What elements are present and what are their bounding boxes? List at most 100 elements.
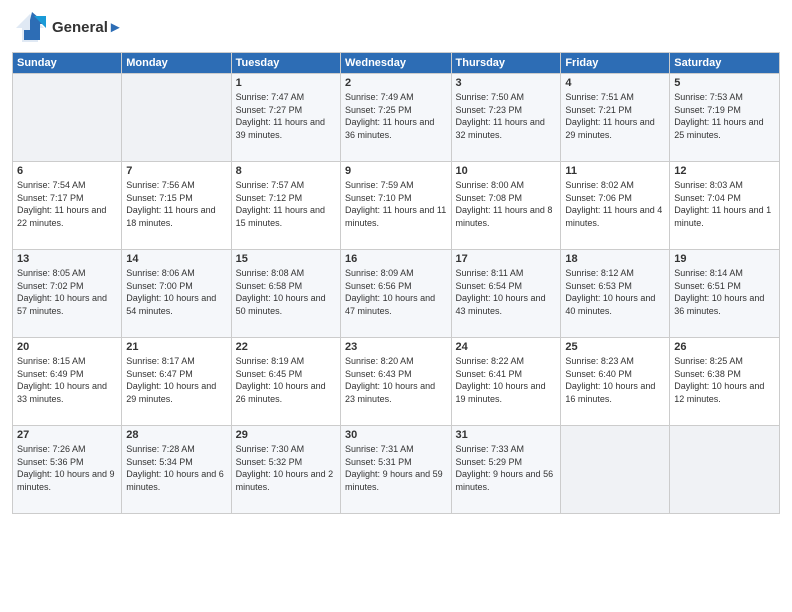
calendar-table: SundayMondayTuesdayWednesdayThursdayFrid… — [12, 52, 780, 514]
day-number: 5 — [674, 77, 775, 89]
day-cell — [670, 426, 780, 514]
day-info: Sunrise: 7:50 AM Sunset: 7:23 PM Dayligh… — [456, 91, 557, 141]
day-cell: 30 Sunrise: 7:31 AM Sunset: 5:31 PM Dayli… — [341, 426, 451, 514]
day-cell: 19Sunrise: 8:14 AM Sunset: 6:51 PM Dayli… — [670, 250, 780, 338]
day-number: 18 — [565, 253, 665, 265]
week-row-4: 20 Sunrise: 8:15 AM Sunset: 6:49 PM Dayli… — [13, 338, 780, 426]
col-header-friday: Friday — [561, 53, 670, 74]
day-info: Sunrise: 8:12 AM Sunset: 6:53 PM Dayligh… — [565, 267, 665, 317]
day-number: 31 — [456, 429, 557, 441]
day-info: Sunrise: 7:49 AM Sunset: 7:25 PM Dayligh… — [345, 91, 446, 141]
day-number: 20 — [17, 341, 117, 353]
day-cell: 26 Sunrise: 8:25 AM Sunset: 6:38 PM Dayli… — [670, 338, 780, 426]
day-info: Sunrise: 7:47 AM Sunset: 7:27 PM Dayligh… — [236, 91, 336, 141]
day-info: Sunrise: 7:57 AM Sunset: 7:12 PM Dayligh… — [236, 179, 336, 229]
day-info: Sunrise: 8:17 AM Sunset: 6:47 PM Dayligh… — [126, 355, 226, 405]
day-info: Sunrise: 8:02 AM Sunset: 7:06 PM Dayligh… — [565, 179, 665, 229]
day-info: Sunrise: 8:20 AM Sunset: 6:43 PM Dayligh… — [345, 355, 446, 405]
day-number: 23 — [345, 341, 446, 353]
day-info: Sunrise: 7:30 AM Sunset: 5:32 PM Dayligh… — [236, 443, 336, 493]
day-cell: 9Sunrise: 7:59 AM Sunset: 7:10 PM Daylig… — [341, 162, 451, 250]
day-info: Sunrise: 8:00 AM Sunset: 7:08 PM Dayligh… — [456, 179, 557, 229]
day-cell: 21 Sunrise: 8:17 AM Sunset: 6:47 PM Dayli… — [122, 338, 231, 426]
day-cell: 17 Sunrise: 8:11 AM Sunset: 6:54 PM Dayli… — [451, 250, 561, 338]
day-number: 19 — [674, 253, 775, 265]
logo: General► — [12, 10, 123, 46]
calendar-header-row: SundayMondayTuesdayWednesdayThursdayFrid… — [13, 53, 780, 74]
day-cell: 14 Sunrise: 8:06 AM Sunset: 7:00 PM Dayli… — [122, 250, 231, 338]
day-number: 14 — [126, 253, 226, 265]
day-info: Sunrise: 8:15 AM Sunset: 6:49 PM Dayligh… — [17, 355, 117, 405]
day-info: Sunrise: 8:11 AM Sunset: 6:54 PM Dayligh… — [456, 267, 557, 317]
week-row-5: 27Sunrise: 7:26 AM Sunset: 5:36 PM Dayli… — [13, 426, 780, 514]
day-cell — [122, 74, 231, 162]
day-info: Sunrise: 8:08 AM Sunset: 6:58 PM Dayligh… — [236, 267, 336, 317]
day-cell: 24 Sunrise: 8:22 AM Sunset: 6:41 PM Dayli… — [451, 338, 561, 426]
day-number: 17 — [456, 253, 557, 265]
day-info: Sunrise: 7:53 AM Sunset: 7:19 PM Dayligh… — [674, 91, 775, 141]
day-info: Sunrise: 8:06 AM Sunset: 7:00 PM Dayligh… — [126, 267, 226, 317]
day-cell: 25Sunrise: 8:23 AM Sunset: 6:40 PM Dayli… — [561, 338, 670, 426]
day-cell: 6 Sunrise: 7:54 AM Sunset: 7:17 PM Daylig… — [13, 162, 122, 250]
day-number: 12 — [674, 165, 775, 177]
day-info: Sunrise: 7:26 AM Sunset: 5:36 PM Dayligh… — [17, 443, 117, 493]
week-row-2: 6 Sunrise: 7:54 AM Sunset: 7:17 PM Daylig… — [13, 162, 780, 250]
day-number: 28 — [126, 429, 226, 441]
day-cell — [561, 426, 670, 514]
day-number: 21 — [126, 341, 226, 353]
day-info: Sunrise: 7:54 AM Sunset: 7:17 PM Dayligh… — [17, 179, 117, 229]
day-cell: 5 Sunrise: 7:53 AM Sunset: 7:19 PM Daylig… — [670, 74, 780, 162]
day-info: Sunrise: 8:09 AM Sunset: 6:56 PM Dayligh… — [345, 267, 446, 317]
day-cell: 2 Sunrise: 7:49 AM Sunset: 7:25 PM Daylig… — [341, 74, 451, 162]
day-number: 6 — [17, 165, 117, 177]
day-cell: 31 Sunrise: 7:33 AM Sunset: 5:29 PM Dayli… — [451, 426, 561, 514]
day-info: Sunrise: 7:33 AM Sunset: 5:29 PM Dayligh… — [456, 443, 557, 493]
day-cell: 10Sunrise: 8:00 AM Sunset: 7:08 PM Dayli… — [451, 162, 561, 250]
day-cell: 20 Sunrise: 8:15 AM Sunset: 6:49 PM Dayli… — [13, 338, 122, 426]
col-header-tuesday: Tuesday — [231, 53, 340, 74]
day-cell: 12 Sunrise: 8:03 AM Sunset: 7:04 PM Dayli… — [670, 162, 780, 250]
day-info: Sunrise: 8:19 AM Sunset: 6:45 PM Dayligh… — [236, 355, 336, 405]
day-cell: 22 Sunrise: 8:19 AM Sunset: 6:45 PM Dayli… — [231, 338, 340, 426]
day-cell: 15 Sunrise: 8:08 AM Sunset: 6:58 PM Dayli… — [231, 250, 340, 338]
day-number: 11 — [565, 165, 665, 177]
day-info: Sunrise: 8:03 AM Sunset: 7:04 PM Dayligh… — [674, 179, 775, 229]
day-info: Sunrise: 7:51 AM Sunset: 7:21 PM Dayligh… — [565, 91, 665, 141]
day-cell: 18 Sunrise: 8:12 AM Sunset: 6:53 PM Dayli… — [561, 250, 670, 338]
day-number: 16 — [345, 253, 446, 265]
day-number: 24 — [456, 341, 557, 353]
day-number: 2 — [345, 77, 446, 89]
day-cell: 1Sunrise: 7:47 AM Sunset: 7:27 PM Daylig… — [231, 74, 340, 162]
logo-icon — [12, 10, 48, 46]
col-header-monday: Monday — [122, 53, 231, 74]
day-info: Sunrise: 8:22 AM Sunset: 6:41 PM Dayligh… — [456, 355, 557, 405]
day-cell — [13, 74, 122, 162]
day-cell: 23 Sunrise: 8:20 AM Sunset: 6:43 PM Dayli… — [341, 338, 451, 426]
day-number: 25 — [565, 341, 665, 353]
col-header-saturday: Saturday — [670, 53, 780, 74]
col-header-wednesday: Wednesday — [341, 53, 451, 74]
day-cell: 8Sunrise: 7:57 AM Sunset: 7:12 PM Daylig… — [231, 162, 340, 250]
day-info: Sunrise: 7:31 AM Sunset: 5:31 PM Dayligh… — [345, 443, 446, 493]
week-row-3: 13Sunrise: 8:05 AM Sunset: 7:02 PM Dayli… — [13, 250, 780, 338]
day-cell: 4 Sunrise: 7:51 AM Sunset: 7:21 PM Daylig… — [561, 74, 670, 162]
day-cell: 27Sunrise: 7:26 AM Sunset: 5:36 PM Dayli… — [13, 426, 122, 514]
day-info: Sunrise: 8:05 AM Sunset: 7:02 PM Dayligh… — [17, 267, 117, 317]
day-number: 22 — [236, 341, 336, 353]
header: General► — [12, 10, 780, 46]
logo-line1: General► — [52, 20, 123, 37]
day-cell: 3 Sunrise: 7:50 AM Sunset: 7:23 PM Daylig… — [451, 74, 561, 162]
col-header-thursday: Thursday — [451, 53, 561, 74]
logo-text-block: General► — [52, 20, 123, 37]
day-number: 4 — [565, 77, 665, 89]
day-number: 9 — [345, 165, 446, 177]
day-number: 26 — [674, 341, 775, 353]
col-header-sunday: Sunday — [13, 53, 122, 74]
day-cell: 11 Sunrise: 8:02 AM Sunset: 7:06 PM Dayli… — [561, 162, 670, 250]
day-number: 3 — [456, 77, 557, 89]
day-number: 7 — [126, 165, 226, 177]
day-cell: 7Sunrise: 7:56 AM Sunset: 7:15 PM Daylig… — [122, 162, 231, 250]
day-info: Sunrise: 8:25 AM Sunset: 6:38 PM Dayligh… — [674, 355, 775, 405]
day-number: 30 — [345, 429, 446, 441]
day-number: 15 — [236, 253, 336, 265]
